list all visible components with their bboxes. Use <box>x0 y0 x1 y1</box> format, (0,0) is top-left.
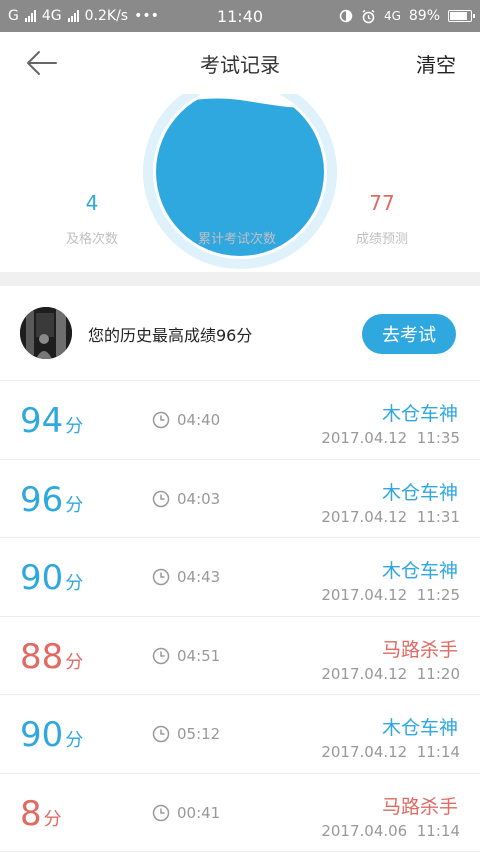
score-unit: 分 <box>65 494 84 516</box>
status-bar: G 4G 0.2K/s ••• 11:40 4G 89% <box>0 0 480 32</box>
score-value: 8 <box>20 793 42 834</box>
record-date: 2017.04.12 11:25 <box>321 586 460 604</box>
record-score: 96 分 <box>20 460 83 538</box>
section-divider <box>0 272 480 286</box>
stat-total-count: 6 累计考试次数 <box>157 188 317 247</box>
clock-icon <box>152 490 170 507</box>
record-row[interactable]: 90 分 05:12 木仓车神 2017.04.12 11:14 <box>0 695 480 774</box>
clock-icon <box>152 411 170 429</box>
record-score: 8分 <box>20 774 62 852</box>
clock-icon <box>152 647 170 664</box>
stat-prediction-value: 77 <box>369 191 395 215</box>
record-score: 94 分 <box>20 381 83 459</box>
score-value: 90 <box>20 715 64 755</box>
exam-record-list: 94 分 04:40 木仓车神 2017.04.12 11:35 96 分 04:0… <box>0 381 480 852</box>
record-rank: 木仓车神 <box>381 481 458 504</box>
record-score: 90 分 <box>20 538 83 616</box>
record-duration: 04:40 <box>152 381 220 459</box>
duration-value: 00:41 <box>177 803 221 822</box>
record-duration: 05:12 <box>152 695 220 773</box>
stat-prediction: 77 成绩预测 <box>302 188 462 247</box>
score-value: 88 <box>20 636 64 677</box>
record-date: 2017.04.12 11:35 <box>321 429 460 447</box>
duration-value: 04:03 <box>177 489 221 508</box>
avatar <box>20 307 72 359</box>
best-score-text: 您的历史最高成绩96分 <box>88 325 253 345</box>
page-title: 考试记录 <box>200 52 280 77</box>
score-value: 94 <box>20 401 64 441</box>
score-value: 96 <box>20 479 64 520</box>
record-rank: 木仓车神 <box>381 717 458 739</box>
avatar-image <box>20 307 72 359</box>
duration-value: 04:40 <box>177 411 221 429</box>
alarm-icon <box>362 9 375 23</box>
duration-value: 04:51 <box>177 646 221 665</box>
score-unit: 分 <box>43 808 62 830</box>
record-row[interactable]: 94 分 04:40 木仓车神 2017.04.12 11:35 <box>0 381 480 460</box>
score-unit: 分 <box>65 730 84 751</box>
stat-total-value: 6 <box>230 191 244 215</box>
score-unit: 分 <box>65 573 84 594</box>
status-bar-right: 4G 89% <box>339 0 475 32</box>
record-row[interactable]: 8分 00:41 马路杀手 2017.04.06 11:14 <box>0 773 480 852</box>
battery-percent: 89% <box>408 8 440 24</box>
duration-value: 04:43 <box>177 568 221 586</box>
app-header: 考试记录 清空 <box>0 32 480 94</box>
record-row[interactable]: 88 分 04:51 马路杀手 2017.04.12 11:20 <box>0 616 480 695</box>
record-score: 90 分 <box>20 695 83 773</box>
clock-icon <box>152 568 170 586</box>
take-exam-button[interactable]: 去考试 <box>362 314 456 354</box>
stat-pass-count: 4 及格次数 <box>12 188 172 247</box>
record-score: 88 分 <box>20 617 83 695</box>
clock-icon <box>152 725 170 743</box>
record-duration: 00:41 <box>152 774 220 852</box>
record-row[interactable]: 90 分 04:43 木仓车神 2017.04.12 11:25 <box>0 538 480 617</box>
record-duration: 04:43 <box>152 538 220 616</box>
stats-row: 4 及格次数 6 累计考试次数 77 成绩预测 <box>0 188 480 268</box>
score-unit: 分 <box>65 416 84 437</box>
record-duration: 04:51 <box>152 617 220 695</box>
record-duration: 04:03 <box>152 460 220 538</box>
record-date: 2017.04.12 11:14 <box>321 743 460 761</box>
record-date: 2017.04.12 11:31 <box>321 507 460 526</box>
network-type-label: 4G <box>383 9 401 23</box>
record-rank: 木仓车神 <box>381 403 458 425</box>
score-value: 90 <box>20 558 64 598</box>
best-score-card: 您的历史最高成绩96分 去考试 <box>0 286 480 381</box>
record-rank: 马路杀手 <box>381 638 458 661</box>
record-date: 2017.04.06 11:14 <box>321 821 460 840</box>
stat-total-label: 累计考试次数 <box>197 232 276 247</box>
stat-prediction-label: 成绩预测 <box>355 232 408 247</box>
stat-pass-value: 4 <box>85 191 99 215</box>
clock-icon <box>152 804 170 821</box>
battery-icon <box>448 10 475 22</box>
record-rank: 木仓车神 <box>381 560 458 582</box>
clear-button[interactable]: 清空 <box>416 32 456 94</box>
record-row[interactable]: 96 分 04:03 木仓车神 2017.04.12 11:31 <box>0 459 480 538</box>
record-date: 2017.04.12 11:20 <box>321 664 460 683</box>
score-unit: 分 <box>65 651 84 673</box>
summary-panel: 4 及格次数 6 累计考试次数 77 成绩预测 <box>0 94 480 270</box>
duration-value: 05:12 <box>177 725 221 743</box>
record-rank: 马路杀手 <box>381 795 458 818</box>
vibrate-icon <box>339 9 353 23</box>
stat-pass-label: 及格次数 <box>65 232 118 247</box>
